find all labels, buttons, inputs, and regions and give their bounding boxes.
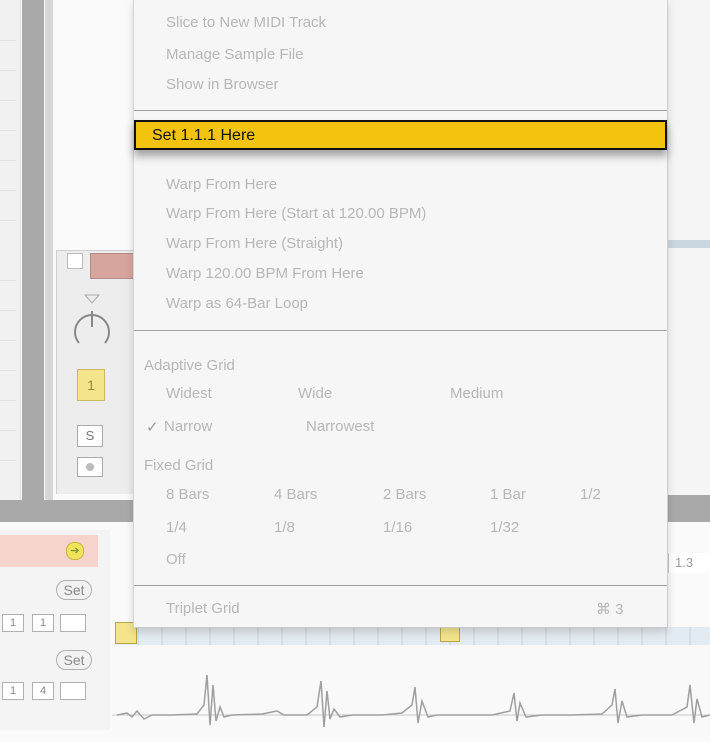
waveform-view[interactable] xyxy=(112,645,710,737)
start-set-button[interactable]: Set xyxy=(56,580,92,600)
menu-item-show-in-browser[interactable]: Show in Browser xyxy=(166,76,279,93)
end-sixteenth-field[interactable] xyxy=(60,682,86,700)
device-panel: 1 S xyxy=(56,250,137,494)
clip-properties: ➔ Set 1 1 Set 1 4 xyxy=(0,530,110,730)
grid-option-1-2[interactable]: 1/2 xyxy=(580,486,601,503)
track-number-badge[interactable]: 1 xyxy=(77,369,105,401)
grid-option-1-32[interactable]: 1/32 xyxy=(490,519,519,536)
menu-item-warp-from-here[interactable]: Warp From Here xyxy=(166,176,277,193)
clip-title-bar[interactable]: ➔ xyxy=(0,535,98,567)
grid-option-1-8[interactable]: 1/8 xyxy=(274,519,295,536)
start-sixteenth-field[interactable] xyxy=(60,614,86,632)
grid-option-widest[interactable]: Widest xyxy=(166,385,212,402)
end-bar-field[interactable]: 1 xyxy=(2,682,24,700)
grid-option-1-bar[interactable]: 1 Bar xyxy=(490,486,526,503)
menu-item-set-1-1-1-here[interactable]: Set 1.1.1 Here xyxy=(134,120,667,150)
track-divider xyxy=(668,240,710,248)
grid-option-narrow[interactable]: Narrow xyxy=(164,418,212,435)
context-menu: Slice to New MIDI Track Manage Sample Fi… xyxy=(133,0,668,628)
grid-option-2-bars[interactable]: 2 Bars xyxy=(383,486,426,503)
menu-separator xyxy=(134,110,667,111)
waveform-icon xyxy=(112,674,710,728)
grid-option-narrowest[interactable]: Narrowest xyxy=(306,418,374,435)
activator-toggle[interactable] xyxy=(67,253,83,269)
track-color-swatch[interactable] xyxy=(90,253,137,279)
end-set-button[interactable]: Set xyxy=(56,650,92,670)
panel-divider[interactable] xyxy=(22,0,44,500)
ruler-label: 1.3 xyxy=(668,553,710,573)
start-bar-field[interactable]: 1 xyxy=(2,614,24,632)
grid-option-wide[interactable]: Wide xyxy=(298,385,332,402)
menu-item-slice-to-midi[interactable]: Slice to New MIDI Track xyxy=(166,14,326,31)
menu-item-warp-from-here-start[interactable]: Warp From Here (Start at 120.00 BPM) xyxy=(166,205,426,222)
arrangement-area xyxy=(668,0,710,500)
menu-item-label: Set 1.1.1 Here xyxy=(152,127,256,144)
menu-item-warp-straight[interactable]: Warp From Here (Straight) xyxy=(166,235,343,252)
menu-separator xyxy=(134,585,667,586)
clip-activator-icon[interactable]: ➔ xyxy=(66,542,84,560)
grid-option-medium[interactable]: Medium xyxy=(450,385,503,402)
panel-frame xyxy=(45,0,53,505)
beat-ruler[interactable] xyxy=(115,627,710,645)
fixed-grid-header: Fixed Grid xyxy=(144,457,214,474)
grid-option-1-4[interactable]: 1/4 xyxy=(166,519,187,536)
menu-separator xyxy=(134,330,667,331)
menu-item-warp-bpm[interactable]: Warp 120.00 BPM From Here xyxy=(166,265,364,282)
warp-marker-icon[interactable] xyxy=(440,627,460,642)
check-icon: ✓ xyxy=(146,419,159,436)
left-track-strip xyxy=(0,0,21,500)
adaptive-grid-header: Adaptive Grid xyxy=(144,357,235,374)
end-beat-field[interactable]: 4 xyxy=(32,682,54,700)
menu-item-warp-loop[interactable]: Warp as 64-Bar Loop xyxy=(166,295,308,312)
record-arm-button[interactable] xyxy=(77,457,103,477)
start-beat-field[interactable]: 1 xyxy=(32,614,54,632)
grid-option-4-bars[interactable]: 4 Bars xyxy=(274,486,317,503)
volume-knob-icon[interactable] xyxy=(69,293,115,355)
grid-option-8-bars[interactable]: 8 Bars xyxy=(166,486,209,503)
triplet-shortcut: ⌘ 3 xyxy=(596,601,624,618)
menu-item-manage-sample[interactable]: Manage Sample File xyxy=(166,46,304,63)
solo-button[interactable]: S xyxy=(77,425,103,447)
grid-option-off[interactable]: Off xyxy=(166,551,186,568)
record-dot-icon xyxy=(86,463,94,471)
menu-item-triplet-grid[interactable]: Triplet Grid xyxy=(166,600,240,617)
grid-option-1-16[interactable]: 1/16 xyxy=(383,519,412,536)
